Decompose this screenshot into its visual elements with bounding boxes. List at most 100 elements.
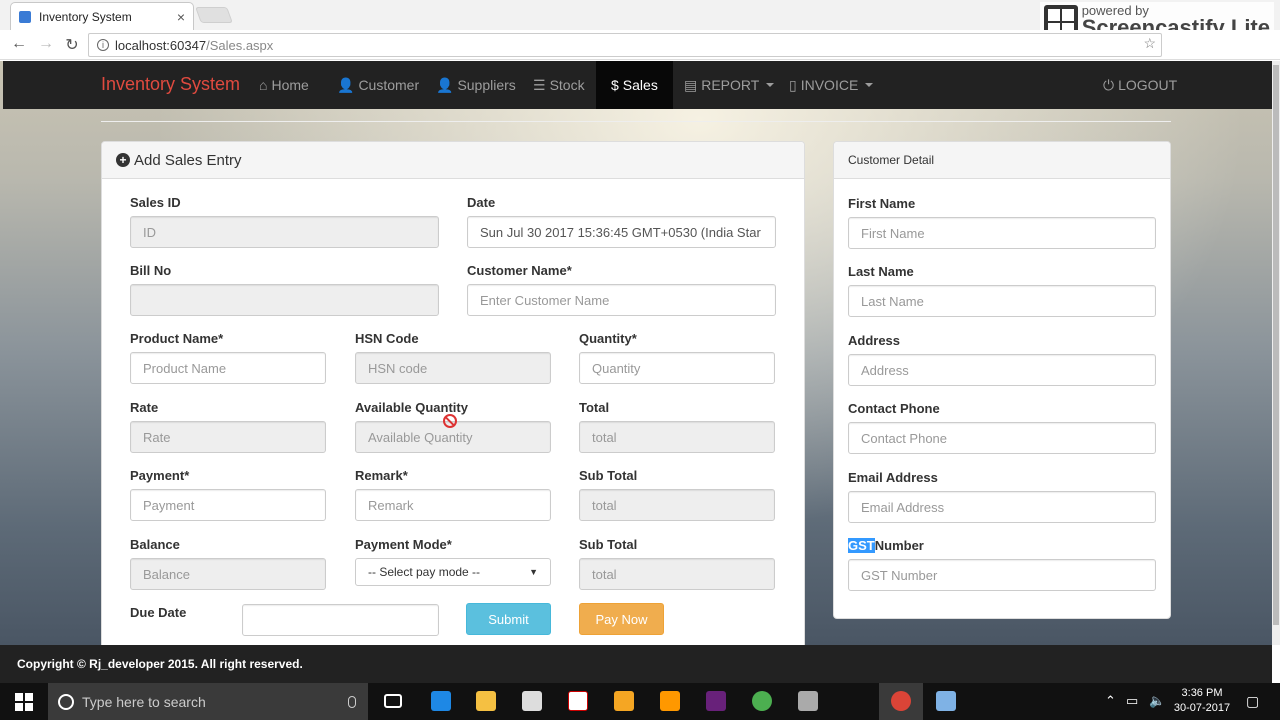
notification-icon[interactable]: ▢ — [1246, 693, 1259, 710]
page-footer: Copyright © Rj_developer 2015. All right… — [0, 645, 1272, 683]
rate-label: Rate — [130, 400, 159, 415]
forward-icon[interactable]: → — [36, 35, 56, 53]
nav-stock[interactable]: ☰ Stock — [533, 61, 585, 109]
vlc-icon[interactable] — [568, 691, 588, 711]
available-quantity-label: Available Quantity — [355, 400, 468, 415]
taskbar-search-placeholder: Type here to search — [82, 693, 206, 710]
taskbar-search[interactable]: Type here to search — [48, 683, 368, 720]
volume-icon[interactable]: 🔈 — [1149, 693, 1165, 709]
reload-icon[interactable]: ↻ — [62, 35, 82, 55]
product-name-input[interactable]: Product Name — [130, 352, 326, 384]
contact-phone-input[interactable]: Contact Phone — [848, 422, 1156, 454]
url-text: localhost:60347/Sales.aspx — [115, 37, 274, 53]
sub-total-input[interactable]: total — [579, 489, 775, 521]
file-explorer-icon[interactable] — [476, 691, 496, 711]
dollar-icon: $ — [611, 77, 619, 93]
tools-icon[interactable] — [798, 691, 818, 711]
gst-number-input[interactable]: GST Number — [848, 559, 1156, 591]
visual-studio-icon[interactable] — [706, 691, 726, 711]
edge-icon[interactable] — [431, 691, 451, 711]
dropdown-arrow-icon: ▼ — [529, 567, 538, 577]
last-name-label: Last Name — [848, 264, 914, 279]
submit-button[interactable]: Submit — [466, 603, 551, 635]
balance-input[interactable]: Balance — [130, 558, 326, 590]
first-name-input[interactable]: First Name — [848, 217, 1156, 249]
rate-input[interactable]: Rate — [130, 421, 326, 453]
last-name-input[interactable]: Last Name — [848, 285, 1156, 317]
copyright-text: Copyright © Rj_developer 2015. All right… — [17, 657, 303, 671]
nav-logout[interactable]: ⏻ LOGOUT — [1103, 61, 1177, 109]
microphone-icon[interactable] — [348, 695, 356, 708]
nav-invoice[interactable]: ▯ INVOICE — [789, 61, 874, 109]
email-label: Email Address — [848, 470, 938, 485]
android-studio-icon[interactable] — [752, 691, 772, 711]
payment-mode-label: Payment Mode* — [355, 537, 452, 552]
back-icon[interactable]: ← — [9, 35, 29, 53]
add-sales-panel: + Add Sales Entry Sales ID ID Date Sun J… — [101, 141, 805, 645]
divider — [101, 121, 1171, 122]
due-date-label: Due Date — [130, 605, 187, 620]
address-label: Address — [848, 333, 901, 348]
hsn-code-input[interactable]: HSN code — [355, 352, 551, 384]
customer-name-label: Customer Name* — [467, 263, 572, 278]
scrollbar-thumb[interactable] — [1273, 65, 1279, 625]
sub-total-2-input[interactable]: total — [579, 558, 775, 590]
user-icon: 👤 — [337, 77, 355, 93]
task-view-icon[interactable] — [384, 694, 402, 708]
tray-chevron-icon[interactable]: ⌃ — [1105, 693, 1116, 709]
notes-app-icon[interactable] — [936, 691, 956, 711]
bookmark-star-icon[interactable]: ☆ — [1143, 35, 1156, 52]
customer-detail-panel: Customer Detail First Name First Name La… — [833, 141, 1171, 619]
customer-name-input[interactable]: Enter Customer Name — [467, 284, 776, 316]
browser-toolbar: ← → ↻ i localhost:60347/Sales.aspx ☆ — [0, 30, 1280, 60]
nav-suppliers[interactable]: 👤 Suppliers — [436, 61, 516, 109]
due-date-input[interactable] — [242, 604, 439, 636]
new-tab-button[interactable] — [195, 7, 233, 23]
panel-heading: Customer Detail — [834, 142, 1170, 179]
pay-now-button[interactable]: Pay Now — [579, 603, 664, 635]
paint-icon[interactable] — [660, 691, 680, 711]
windows-taskbar: Type here to search ⌃ ▭ 🔈 3:36 PM 30-07-… — [0, 683, 1280, 720]
payment-label: Payment* — [130, 468, 190, 483]
info-icon[interactable]: i — [97, 39, 109, 51]
sales-id-input[interactable]: ID — [130, 216, 439, 248]
nav-home[interactable]: ⌂ Home — [259, 61, 309, 109]
bill-no-input[interactable] — [130, 284, 439, 316]
contact-phone-label: Contact Phone — [848, 401, 940, 416]
quantity-label: Quantity* — [579, 331, 637, 346]
payment-mode-select[interactable]: -- Select pay mode -- ▼ — [355, 558, 551, 586]
product-name-label: Product Name* — [130, 331, 224, 346]
navbar-brand[interactable]: Inventory System — [101, 74, 240, 95]
bill-no-label: Bill No — [130, 263, 172, 278]
sales-id-label: Sales ID — [130, 195, 181, 210]
nav-report[interactable]: ▤ REPORT — [684, 61, 775, 109]
address-input[interactable]: Address — [848, 354, 1156, 386]
file-icon: ▯ — [789, 77, 797, 93]
payment-mode-value: -- Select pay mode -- — [368, 565, 481, 579]
home-icon: ⌂ — [259, 77, 268, 93]
tab-close-icon[interactable]: × — [177, 9, 185, 25]
email-input[interactable]: Email Address — [848, 491, 1156, 523]
payment-input[interactable]: Payment — [130, 489, 326, 521]
address-bar[interactable]: i localhost:60347/Sales.aspx — [88, 33, 1162, 57]
panel-title: Customer Detail — [848, 153, 935, 167]
windows-start-icon[interactable] — [15, 693, 33, 711]
not-allowed-cursor-icon — [443, 414, 457, 428]
quantity-input[interactable]: Quantity — [579, 352, 775, 384]
remark-input[interactable]: Remark — [355, 489, 551, 521]
page-background: Inventory System ⌂ Home 👤 Customer 👤 Suppli… — [0, 61, 1272, 645]
sticky-app-icon[interactable] — [614, 691, 634, 711]
caret-down-icon — [865, 83, 874, 87]
browser-tab[interactable]: Inventory System × — [10, 2, 194, 30]
taskbar-clock[interactable]: 3:36 PM 30-07-2017 — [1172, 686, 1232, 716]
power-icon: ⏻ — [1103, 77, 1115, 93]
date-input[interactable]: Sun Jul 30 2017 15:36:45 GMT+0530 (India… — [467, 216, 776, 248]
total-input[interactable]: total — [579, 421, 775, 453]
store-icon[interactable] — [522, 691, 542, 711]
nav-customer[interactable]: 👤 Customer — [337, 61, 419, 109]
page-scrollbar[interactable] — [1272, 61, 1280, 645]
nav-sales[interactable]: $ Sales — [596, 61, 673, 109]
network-icon[interactable]: ▭ — [1126, 693, 1138, 709]
sub-total-2-label: Sub Total — [579, 537, 638, 552]
chrome-icon[interactable] — [891, 691, 911, 711]
